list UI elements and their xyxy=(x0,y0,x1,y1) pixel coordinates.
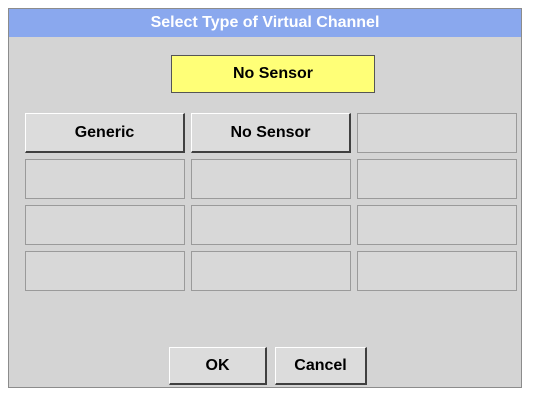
type-option-empty xyxy=(25,251,185,291)
type-option-empty xyxy=(357,159,517,199)
virtual-channel-dialog: Select Type of Virtual Channel No Sensor… xyxy=(8,8,522,388)
type-option-empty xyxy=(191,159,351,199)
channel-type-grid: Generic No Sensor xyxy=(25,113,517,291)
selected-type-display: No Sensor xyxy=(171,55,375,93)
type-option-empty xyxy=(25,159,185,199)
type-option-empty xyxy=(357,205,517,245)
type-option-empty xyxy=(357,113,517,153)
dialog-title: Select Type of Virtual Channel xyxy=(9,9,521,37)
cancel-button[interactable]: Cancel xyxy=(275,347,367,385)
type-option-empty xyxy=(191,205,351,245)
type-option-empty xyxy=(191,251,351,291)
ok-button[interactable]: OK xyxy=(169,347,267,385)
type-option-empty xyxy=(357,251,517,291)
type-option-generic[interactable]: Generic xyxy=(25,113,185,153)
type-option-empty xyxy=(25,205,185,245)
type-option-no-sensor[interactable]: No Sensor xyxy=(191,113,351,153)
